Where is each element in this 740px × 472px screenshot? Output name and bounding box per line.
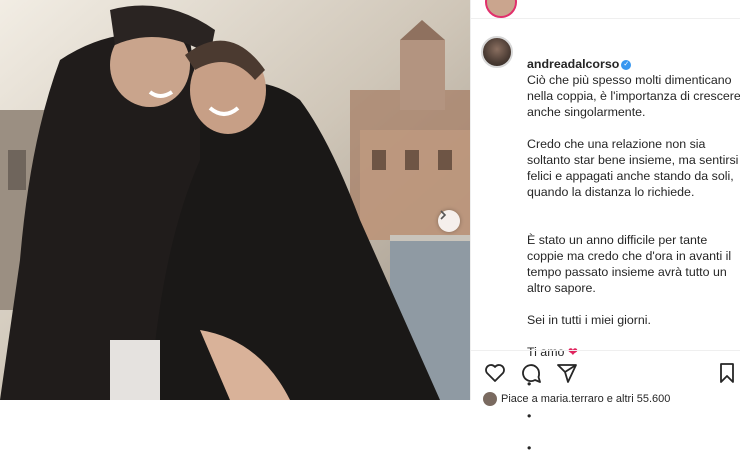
top-strip: [471, 0, 740, 19]
carousel-next-button[interactable]: [438, 210, 460, 232]
verified-badge-icon: ✓: [621, 59, 632, 70]
paper-plane-icon: [557, 364, 577, 383]
author-avatar[interactable]: [481, 36, 513, 68]
post-photo[interactable]: [0, 0, 470, 400]
share-button[interactable]: [555, 361, 579, 385]
liker-avatar: [483, 392, 497, 406]
caption-bullet: •: [527, 441, 532, 455]
author-username[interactable]: andreadalcorso: [527, 57, 619, 71]
bookmark-icon: [720, 363, 734, 383]
couple-photo-illustration: [0, 0, 470, 400]
comment-icon: [522, 364, 541, 383]
comment-button[interactable]: [519, 361, 543, 385]
liked-by-text: Piace a maria.terraro e altri 55.600: [501, 392, 671, 405]
caption-third-line-2: Sei in tutti i miei giorni.: [527, 313, 651, 327]
like-button[interactable]: [483, 361, 507, 385]
chevron-right-icon: [440, 210, 447, 220]
post-side-panel: andreadalcorso ✓ Ciò che più spesso molti…: [470, 0, 740, 455]
caption-first-paragraph: Ciò che più spesso molti dimenticano nel…: [527, 73, 740, 119]
caption-second-paragraph: Credo che una relazione non sia soltanto…: [527, 137, 739, 199]
caption-text: andreadalcorso ✓ Ciò che più spesso molti…: [527, 40, 740, 472]
story-avatar[interactable]: [485, 0, 517, 18]
caption-bullet: •: [527, 409, 532, 423]
liked-by-row[interactable]: Piace a maria.terraro e altri 55.600: [483, 392, 670, 406]
save-button[interactable]: [715, 361, 739, 385]
heart-outline-icon: [485, 364, 505, 382]
caption-third-line-1: È stato un anno difficile per tante copp…: [527, 233, 732, 295]
post-actions: [471, 350, 740, 391]
